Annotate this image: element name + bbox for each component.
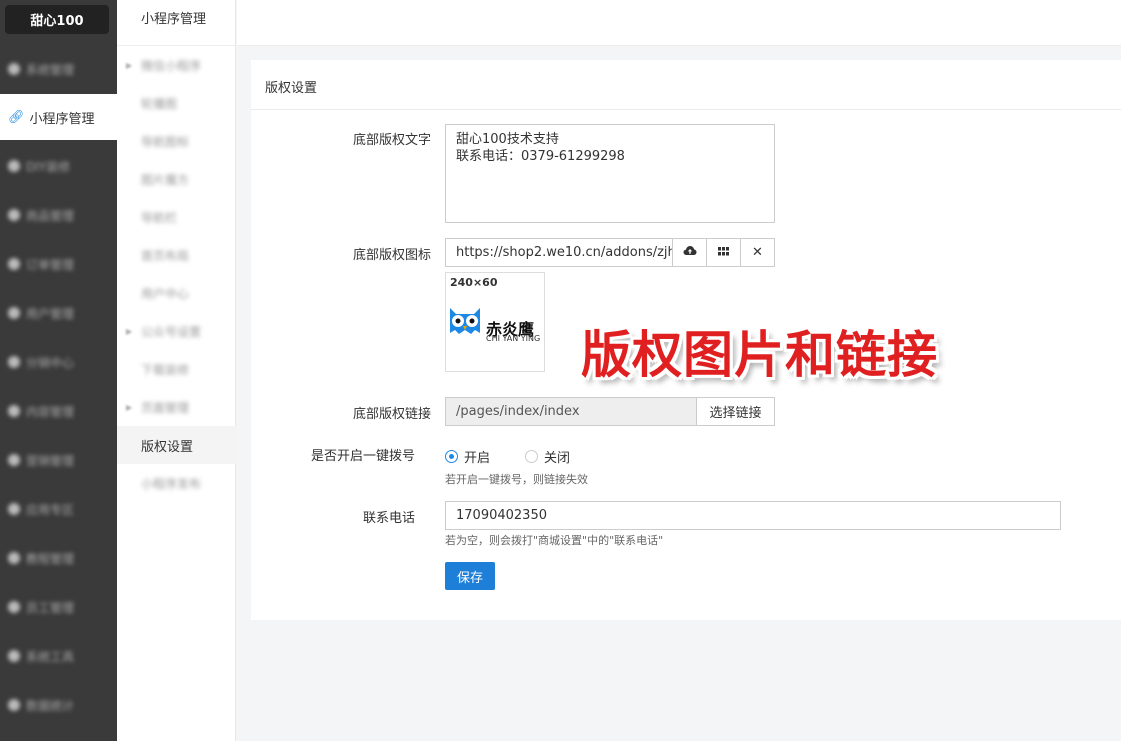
- copyright-link-input[interactable]: /pages/index/index: [446, 398, 696, 425]
- contact-phone-input[interactable]: 17090402350: [445, 501, 1061, 530]
- gallery-button[interactable]: [706, 239, 740, 266]
- copyright-text-label: 底部版权文字: [352, 133, 431, 148]
- caret-right-icon: ▶: [126, 402, 133, 412]
- order-icon: [8, 258, 20, 270]
- sidebar-item-tutorials[interactable]: 教程管理: [0, 535, 117, 581]
- sidebar-item-tools[interactable]: 系统工具: [0, 633, 117, 679]
- copyright-icon-label: 底部版权图标: [352, 248, 431, 263]
- upload-button[interactable]: [672, 239, 706, 266]
- sub-navigation: 小程序管理 ▶ 微信小程序 轮播图 导航图标 图片魔方 导航栏 首页布局 用户中…: [117, 0, 236, 741]
- sidebar-item-staff[interactable]: 员工管理: [0, 584, 117, 630]
- subnav-item-nav-icons[interactable]: 导航图标: [117, 122, 236, 160]
- gear-icon: [8, 63, 20, 75]
- main-sidebar: 甜心100 系统管理 🔗︎ 小程序管理 DIY装修 商品管理 订单管理 用户管理…: [0, 0, 117, 741]
- contact-phone-label: 联系电话: [362, 511, 415, 526]
- brush-icon: [8, 160, 20, 172]
- caret-right-icon: ▶: [126, 60, 133, 70]
- sidebar-item-diy[interactable]: DIY装修: [0, 143, 117, 189]
- sidebar-item-goods[interactable]: 商品管理: [0, 192, 117, 238]
- link-icon: 🔗︎: [8, 109, 25, 125]
- stats-icon: [8, 699, 20, 711]
- divider: [251, 109, 1121, 110]
- sidebar-item-system[interactable]: 系统管理: [0, 46, 117, 92]
- marketing-icon: [8, 454, 20, 466]
- preview-logo: 赤炎鹰 CHI YAN YING: [446, 303, 546, 343]
- dial-off-radio[interactable]: 关闭: [525, 447, 570, 466]
- sidebar-item-marketing[interactable]: 营销管理: [0, 437, 117, 483]
- sidebar-item-distribution[interactable]: 分销中心: [0, 339, 117, 385]
- radio-unchecked-icon: [525, 450, 538, 463]
- logo-brand-subtext: CHI YAN YING: [486, 334, 541, 343]
- tools-icon: [8, 650, 20, 662]
- dial-on-radio[interactable]: 开启: [445, 447, 490, 466]
- subnav-item-copyright[interactable]: 版权设置: [117, 426, 236, 464]
- user-icon: [8, 307, 20, 319]
- copyright-icon-input-group: https://shop2.we10.cn/addons/zjhj ✕: [445, 238, 775, 267]
- copyright-settings-panel: 版权设置 底部版权文字 甜心100技术支持 联系电话：0379-61299298…: [251, 60, 1121, 620]
- goods-icon: [8, 209, 20, 221]
- brand-logo[interactable]: 甜心100: [5, 5, 109, 34]
- panel-title: 版权设置: [265, 81, 318, 96]
- dial-help-text: 若开启一键拨号，则链接失效: [445, 473, 588, 486]
- cloud-upload-icon: [683, 245, 697, 260]
- grid-icon: [718, 245, 729, 260]
- subnav-item-user-center[interactable]: 用户中心: [117, 274, 236, 312]
- copyright-icon-url-input[interactable]: https://shop2.we10.cn/addons/zjhj: [446, 239, 672, 266]
- annotation-caption: 版权图片和链接: [581, 326, 938, 384]
- select-link-button[interactable]: 选择链接: [696, 398, 774, 425]
- subnav-item-download[interactable]: 下载装修: [117, 350, 236, 388]
- subnav-item-image-cube[interactable]: 图片魔方: [117, 160, 236, 198]
- caret-right-icon: ▶: [126, 326, 133, 336]
- close-icon: ✕: [752, 245, 763, 260]
- save-button[interactable]: 保存: [445, 562, 495, 590]
- sidebar-item-users[interactable]: 用户管理: [0, 290, 117, 336]
- copyright-icon-preview[interactable]: 240×60 赤炎鹰 CHI YAN YING: [445, 272, 545, 372]
- subnav-item-navbar[interactable]: 导航栏: [117, 198, 236, 236]
- staff-icon: [8, 601, 20, 613]
- sidebar-item-stats[interactable]: 数据统计: [0, 682, 117, 728]
- copyright-text-textarea[interactable]: 甜心100技术支持 联系电话：0379-61299298: [445, 124, 775, 223]
- one-click-dial-label: 是否开启一键拨号: [310, 449, 415, 464]
- subnav-item-banner[interactable]: 轮播图: [117, 84, 236, 122]
- clear-button[interactable]: ✕: [740, 239, 774, 266]
- owl-logo-icon: [450, 308, 480, 334]
- sidebar-item-apps[interactable]: 应用专区: [0, 486, 117, 532]
- apps-icon: [8, 503, 20, 515]
- subnav-item-pages[interactable]: ▶ 页面管理: [117, 388, 236, 426]
- subnav-item-official-account[interactable]: ▶ 公众号设置: [117, 312, 236, 350]
- copyright-link-input-group: /pages/index/index 选择链接: [445, 397, 775, 426]
- copyright-link-label: 底部版权链接: [352, 407, 431, 422]
- sidebar-item-miniprogram[interactable]: 🔗︎ 小程序管理: [0, 94, 117, 140]
- tutorial-icon: [8, 552, 20, 564]
- radio-checked-icon: [445, 450, 458, 463]
- distribution-icon: [8, 356, 20, 368]
- subnav-item-wechat-miniprogram[interactable]: ▶ 微信小程序: [117, 46, 236, 84]
- content-icon: [8, 405, 20, 417]
- sidebar-item-content[interactable]: 内容管理: [0, 388, 117, 434]
- subnav-title: 小程序管理: [117, 0, 235, 46]
- subnav-item-home-layout[interactable]: 首页布局: [117, 236, 236, 274]
- phone-help-text: 若为空，则会拨打"商城设置"中的"联系电话": [445, 534, 664, 547]
- sidebar-item-orders[interactable]: 订单管理: [0, 241, 117, 287]
- subnav-item-publish[interactable]: 小程序发布: [117, 464, 236, 502]
- preview-size-label: 240×60: [450, 276, 498, 289]
- top-bar: [237, 0, 1121, 46]
